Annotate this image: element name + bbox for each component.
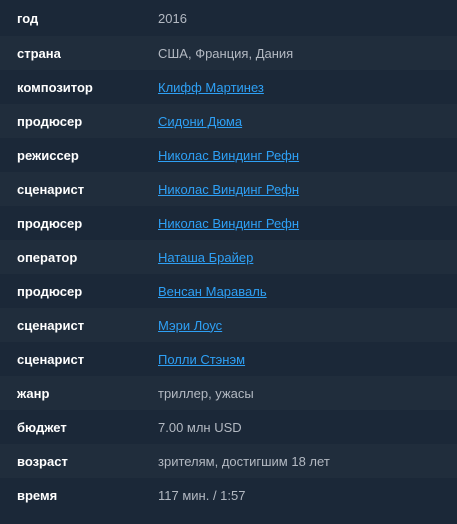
row-label: режиссер	[17, 147, 79, 163]
row-value: 2016	[158, 10, 187, 26]
info-row-director: режиссер Николас Виндинг Рефн	[0, 138, 457, 172]
row-value: триллер, ужасы	[158, 385, 254, 401]
row-value: 117 мин. / 1:57	[158, 487, 246, 503]
row-value: 7.00 млн USD	[158, 419, 242, 435]
director-link[interactable]: Николас Виндинг Рефн	[158, 148, 299, 163]
info-row-budget: бюджет 7.00 млн USD	[0, 410, 457, 444]
row-label: сценарист	[17, 351, 85, 367]
row-label: бюджет	[17, 419, 67, 435]
cinematographer-link[interactable]: Наташа Брайер	[158, 250, 253, 265]
info-row-country: страна США, Франция, Дания	[0, 36, 457, 70]
row-label: сценарист	[17, 317, 85, 333]
info-row-producer: продюсер Сидони Дюма	[0, 104, 457, 138]
movie-info-table: год 2016 страна США, Франция, Дания комп…	[0, 0, 457, 512]
row-value: США, Франция, Дания	[158, 45, 294, 61]
info-row-composer: композитор Клифф Мартинез	[0, 70, 457, 104]
row-label: жанр	[17, 385, 50, 401]
producer-link[interactable]: Венсан Мараваль	[158, 284, 267, 299]
row-label: год	[17, 10, 39, 26]
info-row-writer: сценарист Мэри Лоус	[0, 308, 457, 342]
info-row-runtime: время 117 мин. / 1:57	[0, 478, 457, 512]
row-label: продюсер	[17, 283, 83, 299]
producer-link[interactable]: Сидони Дюма	[158, 114, 242, 129]
row-label: оператор	[17, 249, 78, 265]
info-row-producer: продюсер Венсан Мараваль	[0, 274, 457, 308]
writer-link[interactable]: Полли Стэнэм	[158, 352, 245, 367]
info-row-cinematographer: оператор Наташа Брайер	[0, 240, 457, 274]
producer-link[interactable]: Николас Виндинг Рефн	[158, 216, 299, 231]
row-label: возраст	[17, 453, 68, 469]
row-label: страна	[17, 45, 61, 61]
info-row-writer: сценарист Полли Стэнэм	[0, 342, 457, 376]
writer-link[interactable]: Мэри Лоус	[158, 318, 222, 333]
row-label: время	[17, 487, 58, 503]
info-row-writer: сценарист Николас Виндинг Рефн	[0, 172, 457, 206]
info-row-producer: продюсер Николас Виндинг Рефн	[0, 206, 457, 240]
info-row-age-rating: возраст зрителям, достигшим 18 лет	[0, 444, 457, 478]
info-row-genre: жанр триллер, ужасы	[0, 376, 457, 410]
info-row-year: год 2016	[0, 0, 457, 36]
row-value: зрителям, достигшим 18 лет	[158, 453, 330, 469]
row-label: сценарист	[17, 181, 85, 197]
row-label: продюсер	[17, 215, 83, 231]
writer-link[interactable]: Николас Виндинг Рефн	[158, 182, 299, 197]
row-label: продюсер	[17, 113, 83, 129]
composer-link[interactable]: Клифф Мартинез	[158, 80, 264, 95]
row-label: композитор	[17, 79, 93, 95]
